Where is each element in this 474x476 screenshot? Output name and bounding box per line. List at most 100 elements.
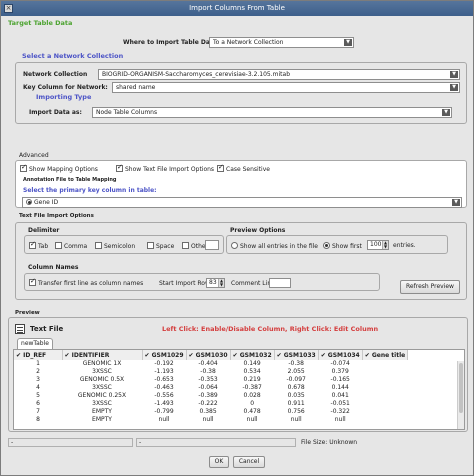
table-cell: -0.165 [330,376,350,383]
primary-key-select[interactable]: Gene ID ▼ [22,197,462,208]
table-cell: -1.493 [154,400,174,407]
column-names-label: Column Names [28,264,79,271]
preview-options-panel: Show all entries in the file Show first … [226,235,448,254]
spinner-arrows-icon[interactable]: ▲ ▼ [382,241,388,249]
show-first-spinner[interactable]: 100 ▲ ▼ [367,240,389,250]
table-cell: -0.051 [330,400,350,407]
table-cell: -0.463 [154,384,174,391]
ok-button[interactable]: OK [209,456,229,468]
table-cell: 0.219 [243,376,261,383]
table-cell: -1.193 [154,368,174,375]
network-collection-select[interactable]: BIOGRID-ORGANISM-Saccharomyces_cerevisia… [98,69,460,80]
table-cell: 3XSSC [92,368,112,375]
text-file-icon [15,324,25,334]
start-import-row-spinner[interactable]: 83 ▲ ▼ [206,278,225,288]
import-data-as-select[interactable]: Node Table Columns ▼ [92,107,452,118]
text-file-options-panel: Delimiter Tab Comma Semicolon Space Othe… [15,222,467,300]
window-title: Import Columns From Table [189,4,285,12]
table-cell: 0.911 [287,400,305,407]
table-cell: null [202,416,214,423]
show-text-file-text: Show Text File Import Options [125,166,215,173]
column-names-panel: Transfer first line as column names Star… [24,273,380,291]
status-mid-value: - [139,439,142,446]
comment-line-input[interactable] [269,278,291,288]
table-cell: -0.097 [286,376,306,383]
delimiter-space-text: Space [156,243,175,250]
column-header[interactable]: ✔ GSM1030 [186,350,231,360]
column-header[interactable]: ✔ GSM1034 [318,350,363,360]
table-cell: 2.055 [287,368,305,375]
column-header[interactable]: ✔ Gene title [362,350,409,360]
table-cell: 3 [36,376,40,383]
spinner-arrows-icon[interactable]: ▲ ▼ [218,279,224,287]
delimiter-panel: Tab Comma Semicolon Space Other [24,235,224,254]
table-cell: 7 [36,408,40,415]
status-middle: - [136,438,296,447]
table-cell: 0.028 [243,392,261,399]
where-to-import-value: To a Network Collection [213,39,284,46]
transfer-first-line-checkbox[interactable]: Transfer first line as column names [29,277,144,287]
where-to-import-select[interactable]: To a Network Collection ▼ [209,37,354,48]
table-row: 2 3XSSC -1.193 -0.38 0.534 2.055 0.379 [14,368,408,376]
delimiter-tab-checkbox[interactable]: Tab [29,240,48,250]
checkbox[interactable] [55,242,62,249]
refresh-preview-button[interactable]: Refresh Preview [400,280,460,294]
select-network-collection-label: Select a Network Collection [22,52,124,60]
checkbox[interactable] [182,242,189,249]
table-cell: 0.035 [287,392,305,399]
column-header[interactable]: ✔ GSM1029 [142,350,187,360]
annotation-mapping-label: Annotation File to Table Mapping [23,177,117,183]
vertical-scrollbar[interactable] [457,361,464,429]
case-sensitive-text: Case Sensitive [226,166,270,173]
show-mapping-checkbox[interactable]: Show Mapping Options [20,163,98,173]
show-all-entries-radio[interactable]: Show all entries in the file [231,242,318,250]
column-header[interactable]: ✔ GSM1033 [274,350,319,360]
table-cell: 0.041 [331,392,349,399]
column-header[interactable]: ✔ IDENTIFIER [62,350,143,360]
checkbox[interactable] [95,242,102,249]
where-to-import-label: Where to Import Table Data [123,39,217,46]
transfer-first-line-text: Transfer first line as column names [38,280,144,287]
column-header[interactable]: ✔ GSM1032 [230,350,275,360]
cancel-button[interactable]: Cancel [233,456,265,468]
show-first-radio[interactable]: Show first [323,242,362,250]
tab-newtable[interactable]: newTable [17,338,53,349]
gene-icon [26,199,32,205]
table-cell: -0.387 [242,384,262,391]
preview-table: ✔ ID_REF ✔ IDENTIFIER ✔ GSM1029 ✔ GSM1030 ✔ … [14,350,409,424]
delimiter-semicolon-checkbox[interactable]: Semicolon [95,242,135,250]
delimiter-space-checkbox[interactable]: Space [147,242,174,250]
table-cell: 3XSSC [92,400,112,407]
table-cell: -0.322 [330,408,350,415]
case-sensitive-checkbox[interactable]: Case Sensitive [217,163,270,173]
table-cell: 2 [36,368,40,375]
checkbox[interactable] [29,240,36,249]
checkbox[interactable] [217,163,224,172]
table-cell [362,408,407,416]
table-cell: null [246,416,258,423]
show-text-file-checkbox[interactable]: Show Text File Import Options [116,163,215,173]
delimiter-other-input[interactable] [205,240,219,250]
table-cell: 0.149 [243,360,261,367]
table-cell: 0.144 [331,384,349,391]
close-icon[interactable]: × [4,4,13,13]
chevron-down-icon: ▼ [344,39,352,46]
checkbox[interactable] [147,242,154,249]
table-cell: -0.404 [198,360,218,367]
radio[interactable] [231,242,238,249]
importing-type-label: Importing Type [36,93,92,101]
show-all-text: Show all entries in the file [240,243,318,250]
key-column-select[interactable]: shared name ▼ [112,82,460,93]
checkbox[interactable] [116,163,123,172]
delimiter-comma-checkbox[interactable]: Comma [55,242,87,250]
table-cell: -0.556 [154,392,174,399]
column-header[interactable]: ✔ ID_REF [14,350,63,360]
table-cell: 0 [250,400,255,407]
checkbox[interactable] [20,163,27,172]
text-file-import-options-label: Text File Import Options [19,213,94,219]
checkbox[interactable] [29,277,36,286]
table-cell: -0.353 [198,376,218,383]
radio[interactable] [323,242,330,249]
advanced-panel: Show Mapping Options Show Text File Impo… [15,160,467,208]
table-cell: 5 [36,392,40,399]
